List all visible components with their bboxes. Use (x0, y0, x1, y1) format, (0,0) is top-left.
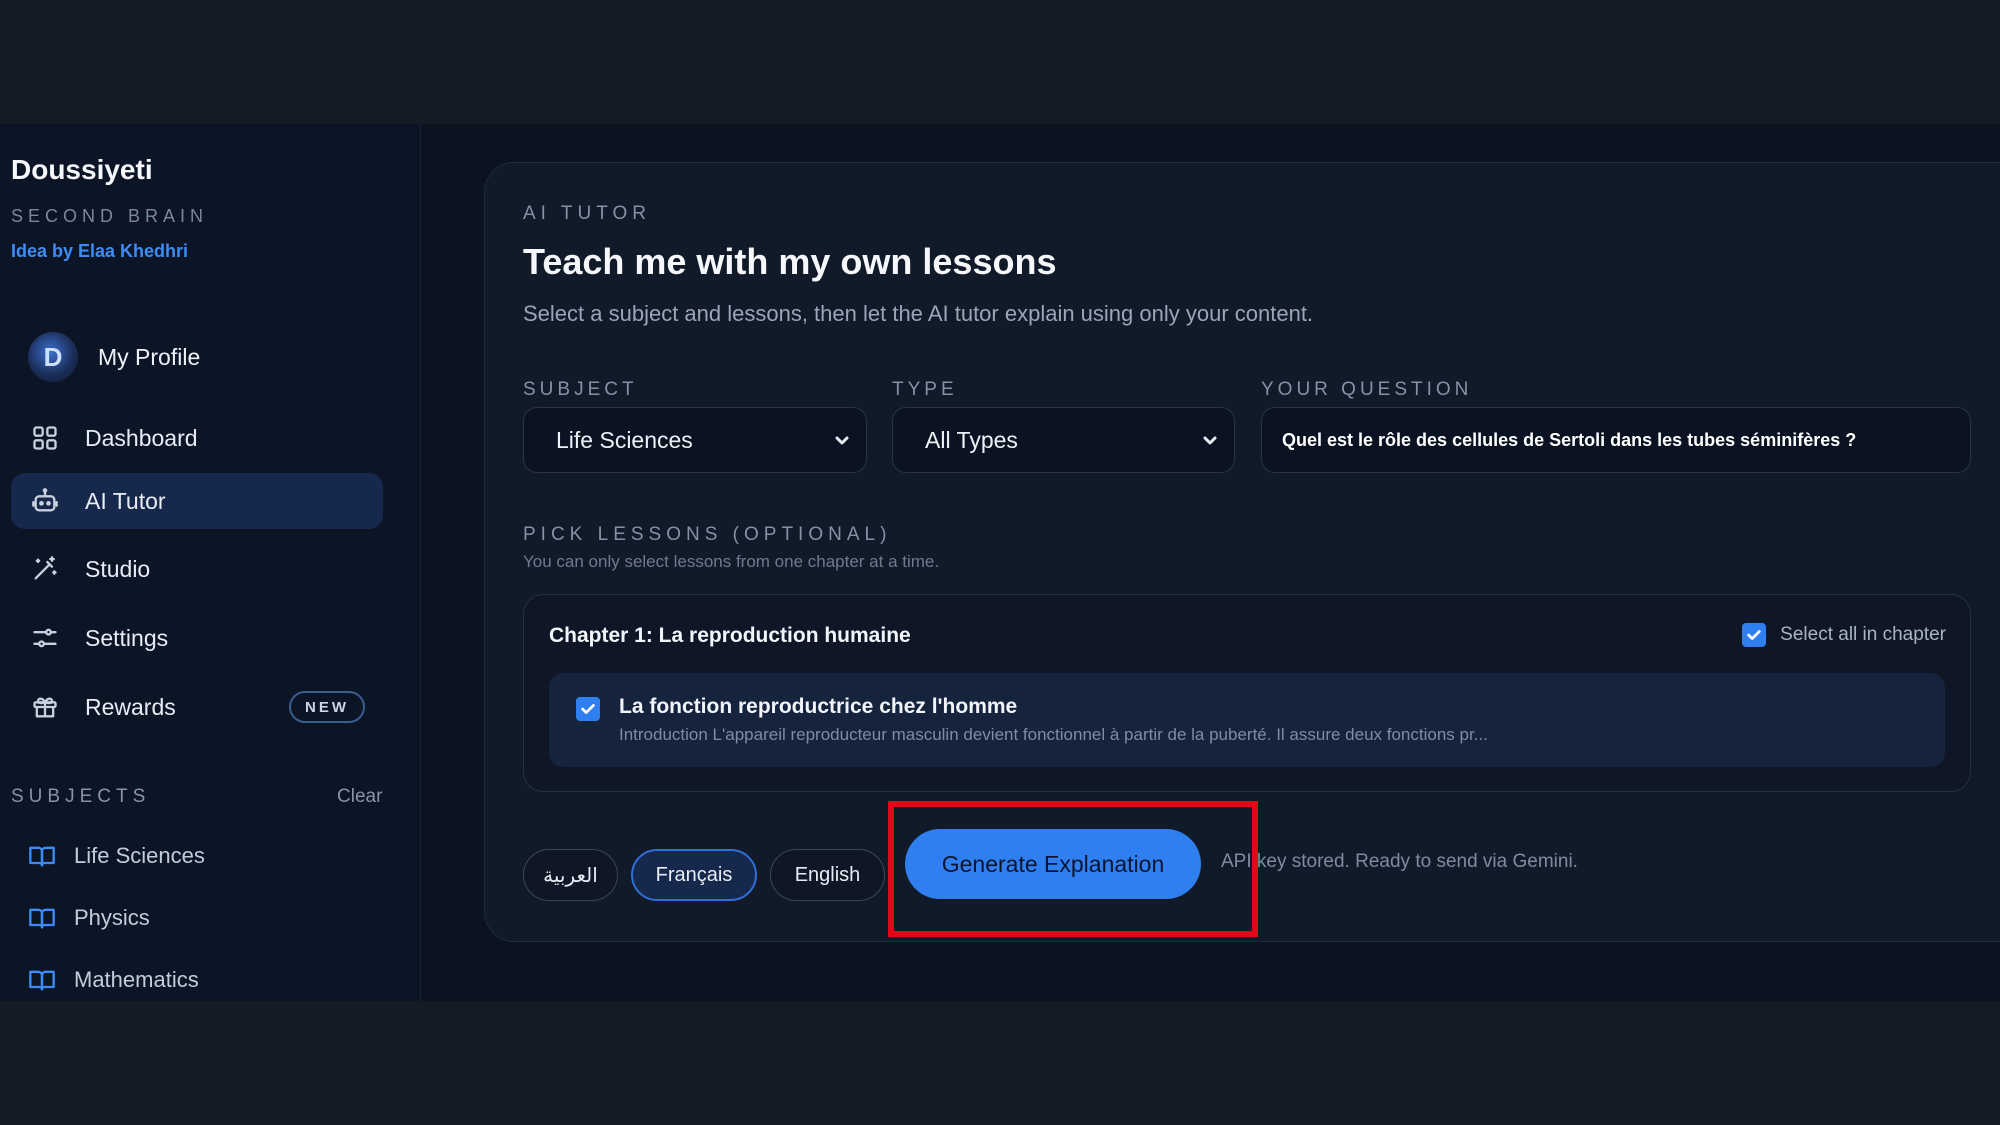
profile-link[interactable]: D My Profile (28, 328, 200, 386)
language-button-french[interactable]: Français (631, 849, 757, 901)
new-badge: NEW (289, 691, 365, 723)
sidebar-item-label: Dashboard (85, 424, 198, 451)
question-input-value: Quel est le rôle des cellules de Sertoli… (1282, 429, 1857, 450)
api-status-text: API key stored. Ready to send via Gemini… (1221, 851, 1578, 872)
subjects-heading: SUBJECTS (11, 786, 151, 807)
subject-label: Life Sciences (74, 843, 205, 868)
clear-subjects-link[interactable]: Clear (337, 786, 382, 808)
brand-subtitle: SECOND BRAIN (11, 206, 209, 226)
pick-lessons-label: PICK LESSONS (OPTIONAL) (523, 524, 892, 545)
question-input[interactable]: Quel est le rôle des cellules de Sertoli… (1261, 407, 1971, 473)
app-window: Doussiyeti SECOND BRAIN Idea by Elaa Khe… (0, 124, 2000, 1001)
book-icon (29, 970, 55, 991)
sidebar: Doussiyeti SECOND BRAIN Idea by Elaa Khe… (0, 124, 421, 1001)
chapter-title: Chapter 1: La reproduction humaine (549, 624, 911, 647)
brand-title: Doussiyeti (11, 154, 153, 185)
avatar: D (28, 332, 78, 382)
subject-label: SUBJECT (523, 379, 638, 400)
sidebar-item-label: Studio (85, 555, 151, 582)
checkbox-checked-icon (1742, 623, 1767, 647)
sidebar-item-studio[interactable]: Studio (11, 541, 383, 597)
sliders-icon (30, 623, 60, 653)
language-label: English (794, 863, 861, 886)
lesson-title: La fonction reproductrice chez l'homme (619, 695, 1018, 718)
sidebar-item-rewards[interactable]: Rewards NEW (11, 679, 383, 735)
grid-icon (30, 423, 60, 453)
chevron-down-icon (1200, 430, 1220, 450)
language-label: Français (655, 863, 733, 886)
subject-item-life-sciences[interactable]: Life Sciences (28, 836, 205, 876)
subject-select-value: Life Sciences (556, 426, 693, 453)
magic-wand-icon (30, 554, 60, 584)
profile-label: My Profile (98, 343, 201, 370)
type-select[interactable]: All Types (892, 407, 1235, 473)
select-all-label: Select all in chapter (1780, 624, 1946, 645)
gift-icon (30, 692, 60, 722)
ai-tutor-card: AI TUTOR Teach me with my own lessons Se… (484, 162, 2000, 942)
lesson-item[interactable]: La fonction reproductrice chez l'homme I… (549, 673, 1945, 767)
sidebar-item-label: Rewards (85, 693, 176, 720)
generate-button-label: Generate Explanation (941, 850, 1165, 877)
robot-icon (30, 486, 60, 516)
language-button-arabic[interactable]: العربية (523, 849, 618, 901)
sidebar-item-label: Settings (85, 624, 169, 651)
language-label: العربية (543, 864, 598, 887)
page-subtitle: Select a subject and lessons, then let t… (523, 301, 1314, 326)
book-icon (29, 846, 55, 867)
sidebar-item-dashboard[interactable]: Dashboard (11, 410, 383, 466)
sidebar-item-settings[interactable]: Settings (11, 610, 383, 666)
subject-select[interactable]: Life Sciences (523, 407, 867, 473)
chapter-panel: Chapter 1: La reproduction humaine Selec… (523, 594, 1971, 792)
type-select-value: All Types (925, 426, 1018, 453)
book-icon (29, 908, 55, 929)
sidebar-item-label: AI Tutor (85, 487, 166, 514)
subject-label: Mathematics (74, 967, 199, 992)
pick-lessons-hint: You can only select lessons from one cha… (523, 552, 940, 571)
subject-label: Physics (74, 905, 150, 930)
subject-item-mathematics[interactable]: Mathematics (28, 960, 199, 1000)
generate-explanation-button[interactable]: Generate Explanation (905, 829, 1201, 899)
sidebar-item-ai-tutor[interactable]: AI Tutor (11, 473, 383, 529)
brand-credit: Idea by Elaa Khedhri (11, 241, 189, 261)
lesson-description: Introduction L'appareil reproducteur mas… (619, 725, 1488, 744)
language-button-english[interactable]: English (770, 849, 885, 901)
type-label: TYPE (892, 379, 958, 400)
chevron-down-icon (832, 430, 852, 450)
subject-item-physics[interactable]: Physics (28, 898, 150, 938)
select-all-checkbox[interactable]: Select all in chapter (1742, 623, 1946, 647)
checkbox-checked-icon (576, 697, 600, 721)
page-title: Teach me with my own lessons (523, 241, 1057, 282)
section-eyebrow: AI TUTOR (523, 203, 651, 224)
question-label: YOUR QUESTION (1261, 379, 1473, 400)
